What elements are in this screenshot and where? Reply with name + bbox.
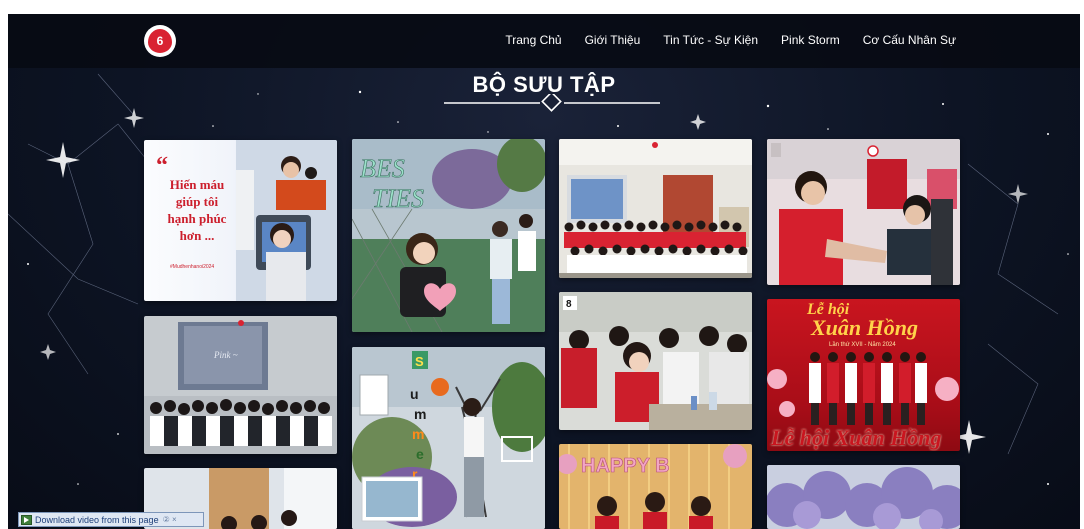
svg-text:u: u [410, 386, 419, 402]
gallery-image-classroom-study[interactable]: 8 [559, 292, 752, 430]
nav-link-news-events[interactable]: Tin Tức - Sự Kiện [663, 33, 758, 47]
logo[interactable]: 6 [144, 25, 176, 57]
gallery-image-summer-collage[interactable]: S u m m e r [352, 347, 545, 529]
download-bar-controls[interactable]: ② × [163, 515, 177, 524]
birthday-text: HAPPY B [581, 455, 670, 477]
svg-text:m: m [412, 426, 424, 442]
nav-menu: Trang Chủ Giới Thiệu Tin Tức - Sự Kiện P… [482, 33, 956, 47]
quote-mark: “ [156, 153, 168, 179]
gallery-image-event-group[interactable] [559, 139, 752, 278]
hashtag: #Mudhenhanoi2024 [170, 264, 215, 270]
donor-photo [236, 140, 337, 301]
svg-text:e: e [416, 446, 424, 462]
svg-text:BES: BES [360, 154, 405, 183]
quote-line: Hiến máu [169, 177, 225, 192]
nav-link-home[interactable]: Trang Chủ [505, 33, 561, 47]
download-video-bar[interactable]: Download video from this page ② × [18, 512, 204, 527]
page: 6 Trang Chủ Giới Thiệu Tin Tức - Sự Kiện… [8, 14, 1080, 529]
gallery-image-spring-festival[interactable]: Lễ hội Xuân Hồng Lần thứ XVII - Năm 2024… [767, 299, 960, 451]
quote-text: Hiến máu giúp tôi hạnh phúc hơn ... [154, 176, 240, 244]
quote-line: hạnh phúc [167, 211, 227, 226]
gallery-image-besties-court[interactable]: BES TIES [352, 139, 545, 332]
festival-title-main: Xuân Hồng [811, 315, 918, 340]
festival-banner: Lễ hội Xuân Hồng [771, 425, 942, 450]
gallery-image-donation-booth[interactable] [767, 139, 960, 285]
svg-text:TIES: TIES [372, 184, 424, 213]
gallery-image-purple-trees[interactable] [767, 465, 960, 529]
navbar: 6 Trang Chủ Giới Thiệu Tin Tức - Sự Kiện… [8, 14, 1080, 68]
play-icon [21, 514, 32, 525]
classroom-number: 8 [566, 299, 572, 310]
nav-link-organization[interactable]: Cơ Cấu Nhân Sự [863, 33, 956, 47]
gallery-image-group-presentation[interactable]: Pink ~ [144, 316, 337, 454]
blood-drop-icon: 6 [148, 29, 172, 53]
festival-group-photo [767, 352, 959, 425]
svg-text:Pink ~: Pink ~ [213, 350, 238, 360]
gallery-image-birthday[interactable]: HAPPY B [559, 444, 752, 529]
title-divider [444, 94, 660, 112]
gallery-image-blood-donation-quote[interactable]: “ Hiến máu giúp tôi hạnh phúc hơn ... #M… [144, 140, 337, 301]
svg-text:m: m [414, 406, 426, 422]
festival-subtitle: Lần thứ XVII - Năm 2024 [829, 342, 896, 348]
download-video-link[interactable]: Download video from this page [35, 515, 159, 525]
nav-link-pink-storm[interactable]: Pink Storm [781, 33, 840, 47]
quote-line: hơn ... [179, 228, 215, 243]
quote-line: giúp tôi [175, 194, 219, 209]
nav-link-about[interactable]: Giới Thiệu [585, 33, 641, 47]
svg-text:S: S [415, 354, 424, 369]
